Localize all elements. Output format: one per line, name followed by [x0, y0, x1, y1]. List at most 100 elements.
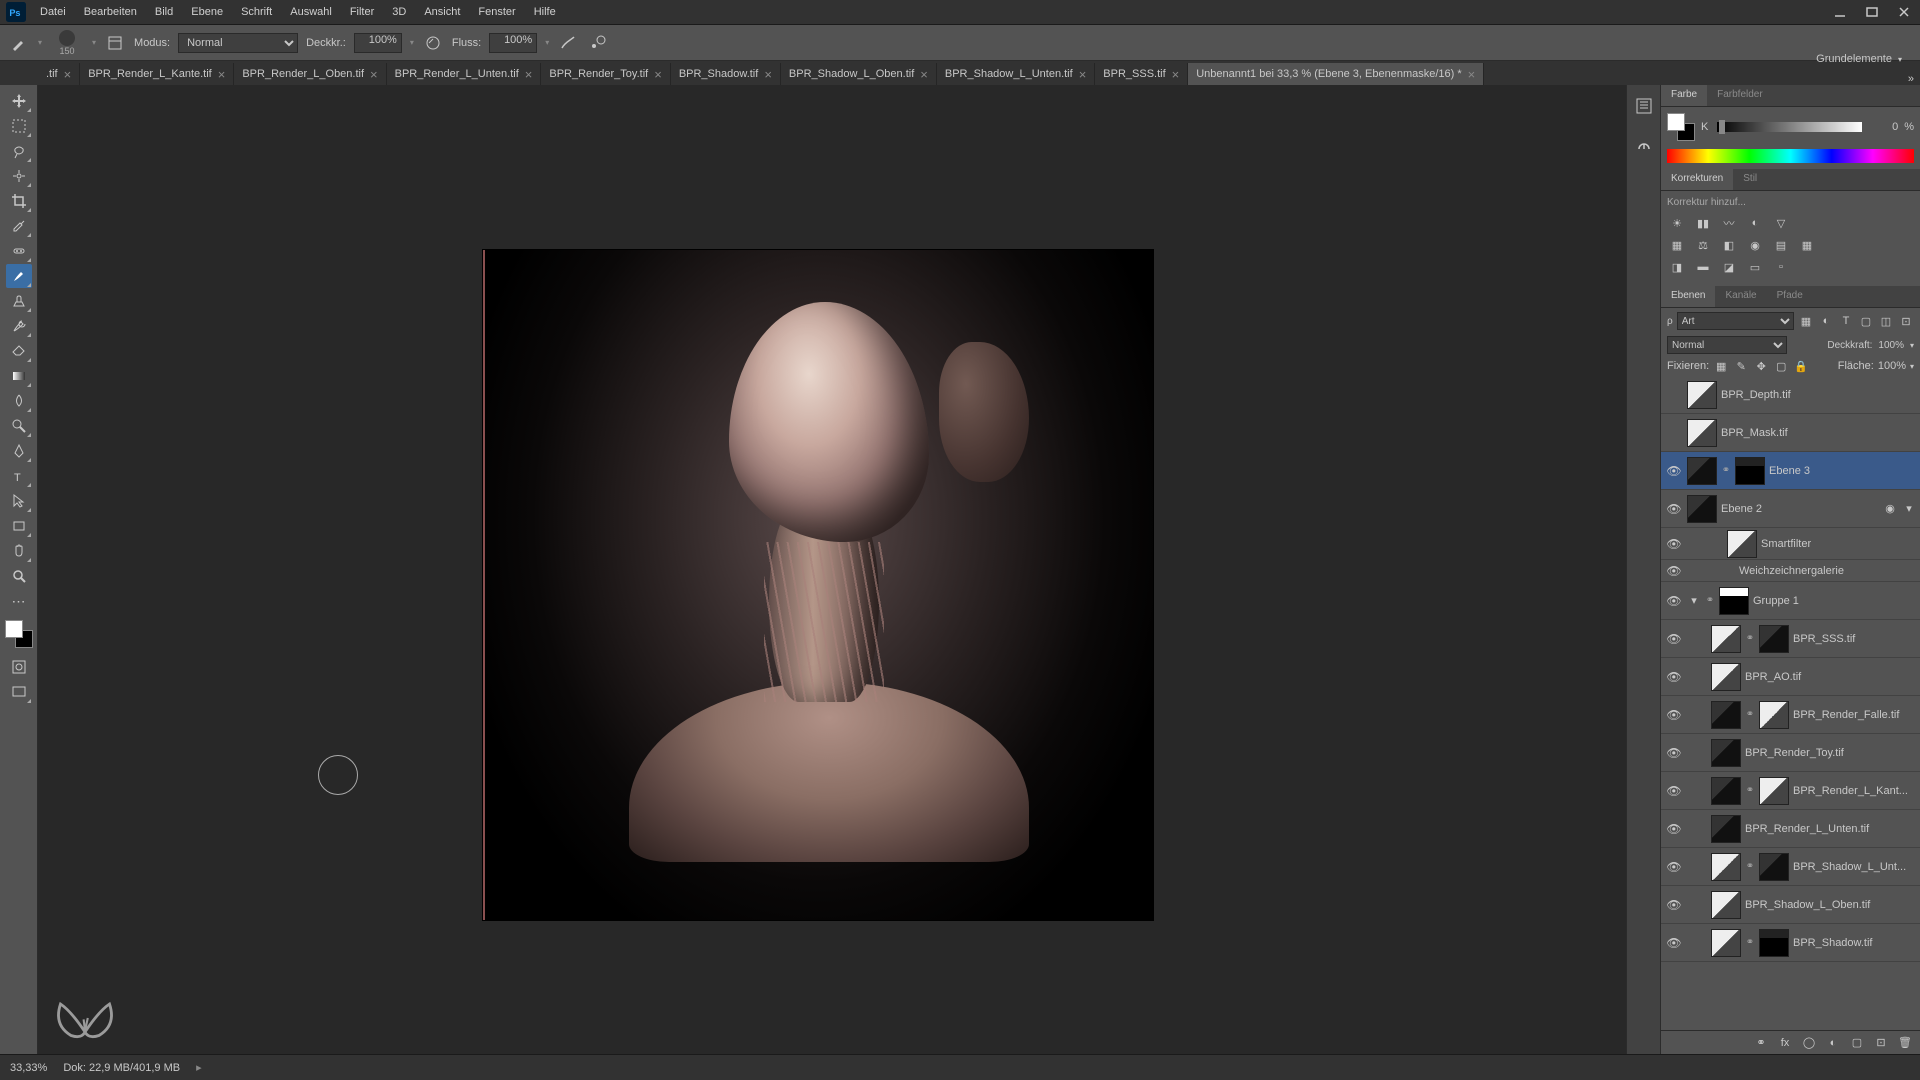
lock-all-icon[interactable]: 🔒 [1793, 358, 1809, 374]
document-tab[interactable]: BPR_Shadow_L_Unten.tif× [937, 63, 1095, 85]
filter-shape-icon[interactable]: ▢ [1858, 313, 1874, 329]
brush-panel-toggle-icon[interactable] [104, 32, 126, 54]
move-tool[interactable] [6, 89, 32, 113]
close-icon[interactable]: × [1079, 67, 1087, 82]
document-tab[interactable]: BPR_Render_L_Unten.tif× [387, 63, 542, 85]
layer-name[interactable]: BPR_Render_L_Unten.tif [1745, 823, 1916, 835]
healing-tool[interactable] [6, 239, 32, 263]
pressure-size-icon[interactable] [587, 32, 609, 54]
menu-fenster[interactable]: Fenster [470, 2, 523, 22]
hue-icon[interactable]: ▦ [1667, 236, 1687, 254]
lock-position-icon[interactable]: ✥ [1753, 358, 1769, 374]
tab-paths[interactable]: Pfade [1767, 286, 1813, 307]
filter-smart-icon[interactable]: ◫ [1878, 313, 1894, 329]
brush-preset-picker[interactable]: 150 [50, 28, 84, 58]
layer-row[interactable]: 👁⚭BPR_Shadow.tif [1661, 924, 1920, 962]
lasso-tool[interactable] [6, 139, 32, 163]
fill-value[interactable]: 100% [1878, 360, 1906, 372]
layer-thumbnail[interactable] [1711, 853, 1741, 881]
type-tool[interactable]: T [6, 464, 32, 488]
delete-layer-icon[interactable]: 🗑 [1896, 1034, 1914, 1052]
chevron-down-icon[interactable]: ▾ [92, 38, 96, 47]
close-icon[interactable]: × [1172, 67, 1180, 82]
tab-color[interactable]: Farbe [1661, 85, 1707, 106]
window-minimize-button[interactable] [1828, 4, 1852, 20]
window-close-button[interactable] [1892, 4, 1916, 20]
visibility-toggle[interactable]: 👁 [1665, 670, 1683, 684]
colorlookup-icon[interactable]: ▦ [1797, 236, 1817, 254]
filter-toggle-icon[interactable]: ⊡ [1898, 313, 1914, 329]
brush-tool[interactable] [6, 264, 32, 288]
layer-name[interactable]: BPR_Mask.tif [1721, 427, 1916, 439]
channelmixer-icon[interactable]: ▤ [1771, 236, 1791, 254]
menu-datei[interactable]: Datei [32, 2, 74, 22]
layer-thumbnail[interactable] [1759, 701, 1789, 729]
tab-layers[interactable]: Ebenen [1661, 286, 1715, 307]
brightness-icon[interactable]: ☀ [1667, 214, 1687, 232]
layer-thumbnail[interactable] [1727, 530, 1757, 558]
visibility-toggle[interactable]: 👁 [1665, 632, 1683, 646]
color-slider[interactable] [1717, 122, 1862, 132]
bw-icon[interactable]: ◧ [1719, 236, 1739, 254]
filter-fold-icon[interactable]: ▾ [1902, 502, 1916, 515]
visibility-toggle[interactable]: 👁 [1665, 594, 1683, 608]
chevron-down-icon[interactable]: ▾ [410, 38, 414, 47]
filter-type-icon[interactable]: T [1838, 313, 1854, 329]
status-arrow-icon[interactable]: ▸ [196, 1061, 202, 1074]
photofilter-icon[interactable]: ◉ [1745, 236, 1765, 254]
levels-icon[interactable]: ▮▮ [1693, 214, 1713, 232]
visibility-toggle[interactable]: 👁 [1665, 708, 1683, 722]
rectangle-tool[interactable] [6, 514, 32, 538]
layer-name[interactable]: Weichzeichnergalerie [1739, 565, 1916, 577]
layer-name[interactable]: BPR_Shadow.tif [1793, 937, 1916, 949]
menu-bearbeiten[interactable]: Bearbeiten [76, 2, 145, 22]
layer-filter-select[interactable]: Art [1677, 312, 1794, 330]
flow-field[interactable]: 100% [489, 33, 537, 53]
visibility-toggle[interactable]: 👁 [1665, 502, 1683, 516]
chevron-down-icon[interactable]: ▾ [38, 38, 42, 47]
layer-thumbnail[interactable] [1759, 777, 1789, 805]
document-tab[interactable]: BPR_Render_Toy.tif× [541, 63, 670, 85]
color-value[interactable]: 0 [1868, 121, 1898, 133]
layer-fx-icon[interactable]: fx [1776, 1034, 1794, 1052]
lock-paint-icon[interactable]: ✎ [1733, 358, 1749, 374]
layer-row[interactable]: 👁⚭BPR_Shadow_L_Unt... [1661, 848, 1920, 886]
tabs-overflow-icon[interactable]: » [1902, 73, 1920, 85]
layer-row[interactable]: 👁BPR_Render_L_Unten.tif [1661, 810, 1920, 848]
quick-select-tool[interactable] [6, 164, 32, 188]
layer-name[interactable]: Gruppe 1 [1753, 595, 1916, 607]
layer-row[interactable]: 👁⚭BPR_Render_Falle.tif [1661, 696, 1920, 734]
add-mask-icon[interactable]: ◯ [1800, 1034, 1818, 1052]
posterize-icon[interactable]: ▬ [1693, 258, 1713, 276]
tab-adjustments[interactable]: Korrekturen [1661, 169, 1733, 190]
vibrance-icon[interactable]: ▽ [1771, 214, 1791, 232]
layer-thumbnail[interactable] [1687, 381, 1717, 409]
layer-name[interactable]: Ebene 3 [1769, 465, 1916, 477]
layer-row[interactable]: 👁Weichzeichnergalerie [1661, 560, 1920, 582]
lock-pixels-icon[interactable]: ▦ [1713, 358, 1729, 374]
document-tab[interactable]: Unbenannt1 bei 33,3 % (Ebene 3, Ebenenma… [1188, 63, 1484, 85]
zoom-level[interactable]: 33,33% [10, 1062, 47, 1074]
tab-channels[interactable]: Kanäle [1715, 286, 1766, 307]
path-select-tool[interactable] [6, 489, 32, 513]
invert-icon[interactable]: ◨ [1667, 258, 1687, 276]
layer-thumbnail[interactable] [1759, 625, 1789, 653]
layer-name[interactable]: Smartfilter [1761, 538, 1916, 550]
menu-auswahl[interactable]: Auswahl [282, 2, 340, 22]
curves-icon[interactable]: 〰 [1719, 214, 1739, 232]
layer-thumbnail[interactable] [1759, 929, 1789, 957]
close-icon[interactable]: × [64, 67, 72, 82]
layer-row[interactable]: 👁⚭BPR_SSS.tif [1661, 620, 1920, 658]
close-icon[interactable]: × [370, 67, 378, 82]
layer-name[interactable]: BPR_Render_Toy.tif [1745, 747, 1916, 759]
menu-hilfe[interactable]: Hilfe [526, 2, 564, 22]
dodge-tool[interactable] [6, 414, 32, 438]
zoom-tool[interactable] [6, 564, 32, 588]
layer-thumbnail[interactable] [1711, 701, 1741, 729]
menu-filter[interactable]: Filter [342, 2, 382, 22]
layer-thumbnail[interactable] [1711, 891, 1741, 919]
close-icon[interactable]: × [654, 67, 662, 82]
edit-toolbar-icon[interactable]: ⋯ [6, 589, 32, 613]
group-fold-icon[interactable]: ▾ [1687, 594, 1701, 607]
threshold-icon[interactable]: ◪ [1719, 258, 1739, 276]
